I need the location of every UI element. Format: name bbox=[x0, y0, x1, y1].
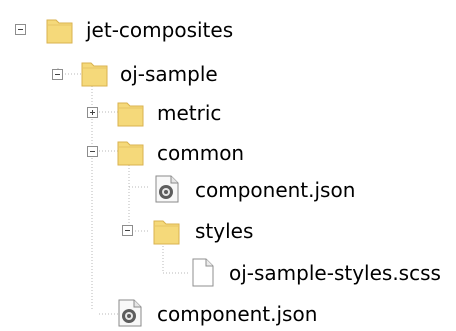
tree-node-metric[interactable]: metric bbox=[0, 97, 250, 127]
tree-node-jet-composites[interactable]: jet-composites bbox=[0, 14, 250, 44]
folder-icon bbox=[117, 102, 144, 127]
tree-node-label: common bbox=[157, 141, 245, 165]
folder-icon bbox=[46, 19, 73, 44]
file-icon bbox=[192, 258, 214, 287]
tree-node-common[interactable]: common bbox=[0, 136, 260, 166]
tree-node-component-json[interactable]: component.json bbox=[0, 298, 360, 328]
settings-file-icon bbox=[118, 299, 142, 327]
collapse-toggle-icon[interactable] bbox=[15, 24, 26, 35]
tree-node-label: jet-composites bbox=[86, 18, 234, 42]
tree-node-styles[interactable]: styles bbox=[0, 215, 300, 245]
tree-node-label: styles bbox=[195, 219, 254, 243]
folder-icon bbox=[81, 62, 108, 87]
tree-node-label: oj-sample bbox=[120, 62, 218, 86]
tree-node-component-json[interactable]: component.json bbox=[0, 174, 380, 204]
folder-icon bbox=[117, 141, 144, 166]
collapse-toggle-icon[interactable] bbox=[52, 69, 63, 80]
file-tree: jet-composites oj-sample metric common c… bbox=[0, 0, 456, 331]
settings-file-icon bbox=[155, 175, 179, 203]
tree-node-label: component.json bbox=[195, 178, 356, 202]
expand-toggle-icon[interactable] bbox=[87, 107, 98, 118]
tree-node-label: metric bbox=[157, 101, 222, 125]
tree-node-oj-sample[interactable]: oj-sample bbox=[0, 57, 240, 87]
folder-icon bbox=[153, 220, 180, 245]
collapse-toggle-icon[interactable] bbox=[122, 225, 133, 236]
tree-node-oj-sample-styles-scss[interactable]: oj-sample-styles.scss bbox=[0, 257, 456, 287]
tree-node-label: oj-sample-styles.scss bbox=[229, 261, 441, 285]
tree-node-label: component.json bbox=[157, 302, 318, 326]
collapse-toggle-icon[interactable] bbox=[87, 146, 98, 157]
